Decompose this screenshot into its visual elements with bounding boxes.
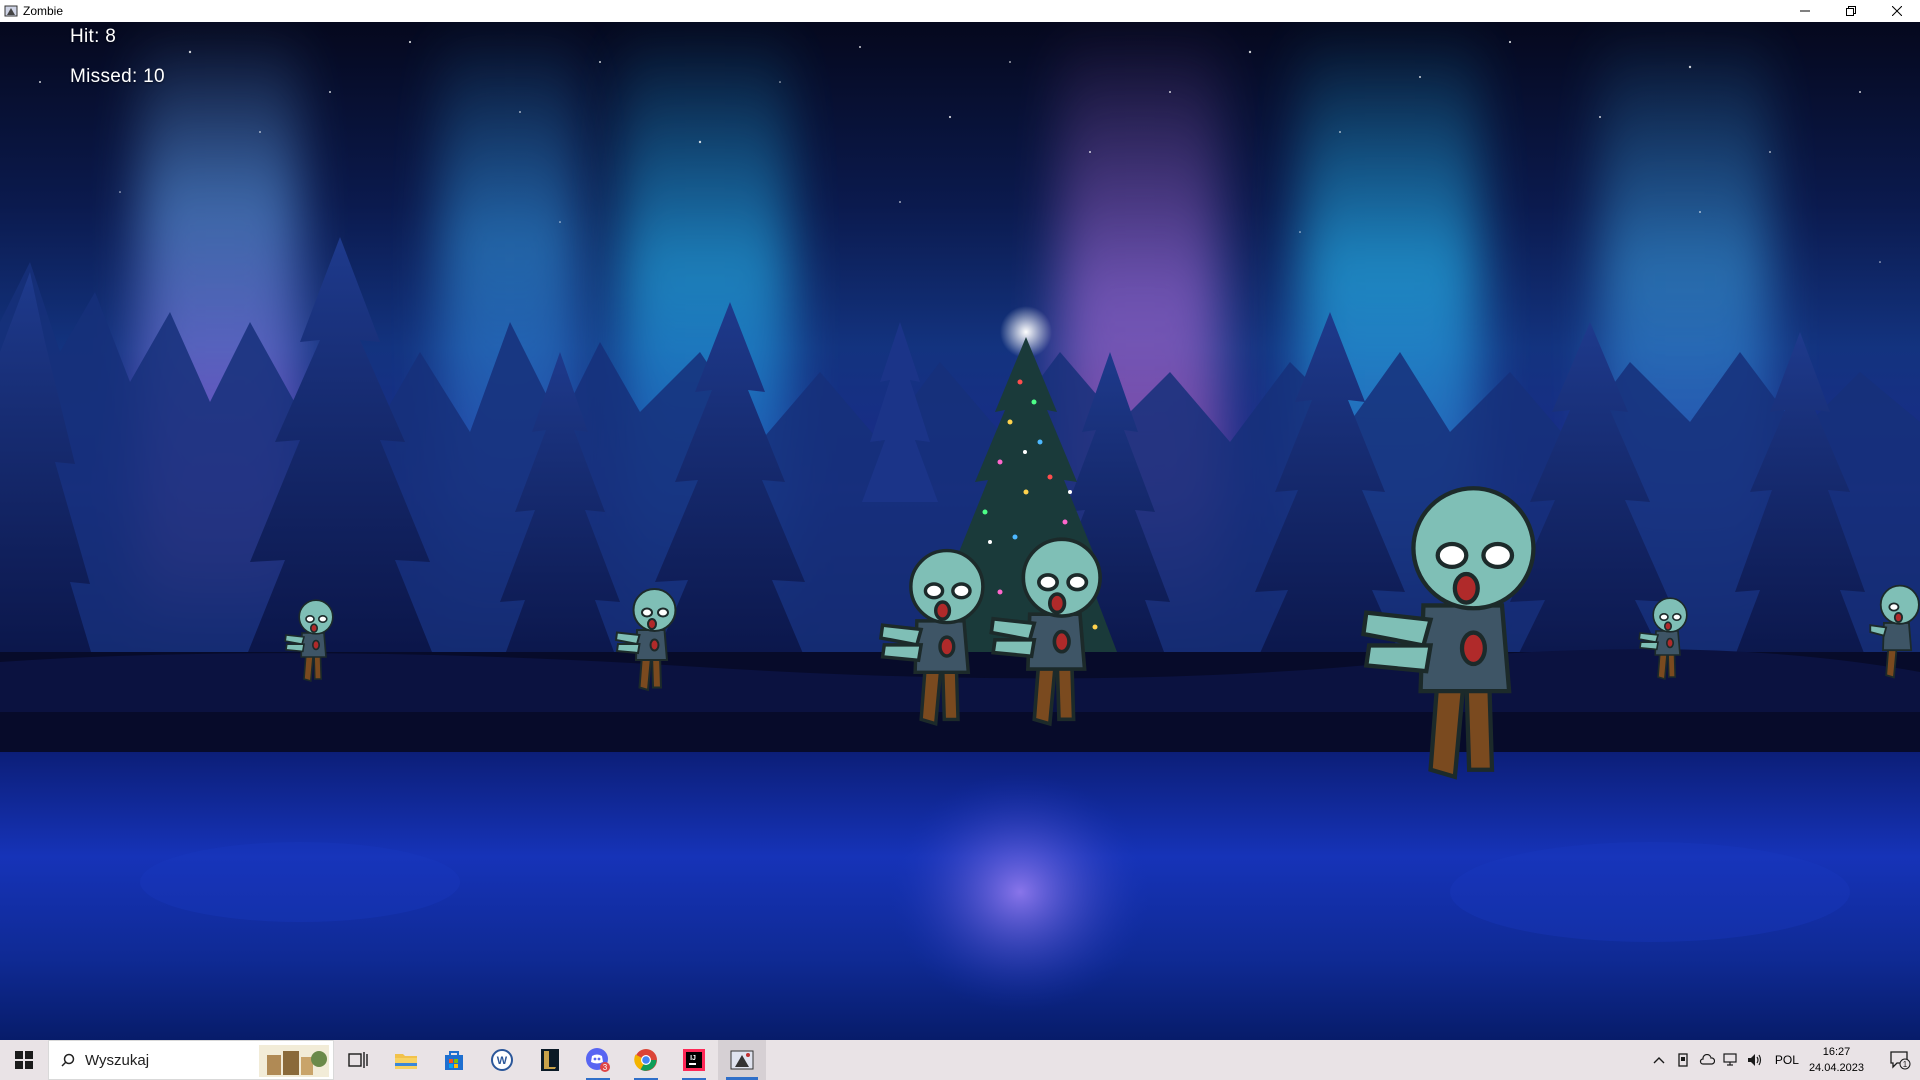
system-tray: POL 16:27 24.04.2023 1 (1647, 1040, 1920, 1080)
missed-counter: Missed: 10 (70, 66, 165, 87)
minimize-button[interactable] (1782, 0, 1828, 22)
zombie-2[interactable] (612, 584, 682, 696)
clock-time: 16:27 (1822, 1046, 1851, 1058)
chrome-icon (634, 1049, 657, 1071)
zombie-6[interactable] (1636, 594, 1692, 684)
device-icon (1678, 1053, 1688, 1067)
screen: Zombie Hit: 8 Missed: 10 Wyszukaj W 3 IJ… (0, 0, 1920, 1080)
discord-badge: 3 (603, 1063, 608, 1072)
restore-button[interactable] (1828, 0, 1874, 22)
svg-text:W: W (497, 1055, 508, 1067)
search-icon (61, 1053, 75, 1067)
task-view-icon (348, 1052, 368, 1068)
zombie-5[interactable] (1352, 474, 1552, 794)
game-area[interactable]: Hit: 8 Missed: 10 (0, 22, 1920, 1040)
volume-tray-icon[interactable] (1743, 1040, 1767, 1080)
notification-icon: 1 (1890, 1051, 1911, 1070)
window-title: Zombie (23, 4, 64, 18)
search-placeholder: Wyszukaj (85, 1051, 150, 1069)
notification-center-button[interactable]: 1 (1880, 1040, 1920, 1080)
jetbrains-ide-button[interactable]: IJ (670, 1040, 718, 1080)
jetbrains-icon: IJ (683, 1049, 705, 1071)
restore-icon (1846, 6, 1856, 16)
league-of-legends-icon (541, 1049, 559, 1071)
chevron-up-icon (1653, 1057, 1665, 1064)
word-icon: W (491, 1049, 513, 1071)
lake-reflection (890, 772, 1150, 1012)
network-tray-icon[interactable] (1719, 1040, 1743, 1080)
zombie-app-icon (3, 3, 19, 19)
device-tray-icon[interactable] (1671, 1040, 1695, 1080)
input-language-indicator[interactable]: POL (1775, 1053, 1799, 1067)
zombie-4[interactable] (984, 530, 1112, 735)
show-hidden-icons-button[interactable] (1647, 1040, 1671, 1080)
zombie-7[interactable] (1866, 582, 1920, 682)
network-icon (1723, 1053, 1737, 1066)
notification-count: 1 (1903, 1060, 1908, 1069)
zombie-1[interactable] (282, 596, 338, 686)
clock-date: 24.04.2023 (1808, 1062, 1864, 1074)
speaker-icon (1747, 1054, 1762, 1066)
start-button[interactable] (0, 1040, 48, 1080)
word-button[interactable]: W (478, 1040, 526, 1080)
folder-icon (395, 1054, 417, 1069)
search-highlight-image (259, 1045, 329, 1077)
cloud-sync-icon (1699, 1054, 1715, 1065)
hit-counter: Hit: 8 (70, 26, 117, 47)
microsoft-store-button[interactable] (430, 1040, 478, 1080)
discord-icon: 3 (586, 1048, 610, 1072)
taskbar-search-box[interactable]: Wyszukaj (48, 1040, 334, 1080)
window-controls (1782, 0, 1920, 22)
file-explorer-button[interactable] (382, 1040, 430, 1080)
windows-icon (15, 1051, 33, 1069)
close-button[interactable] (1874, 0, 1920, 22)
zombie-game-icon (730, 1050, 754, 1070)
zombie-3[interactable] (874, 542, 994, 734)
title-bar: Zombie (0, 0, 1920, 22)
chrome-button[interactable] (622, 1040, 670, 1080)
zombie-game-taskbar-button[interactable] (718, 1040, 766, 1080)
onedrive-tray-icon[interactable] (1695, 1040, 1719, 1080)
league-of-legends-button[interactable] (526, 1040, 574, 1080)
store-icon (445, 1051, 463, 1070)
task-view-button[interactable] (334, 1040, 382, 1080)
taskbar-clock[interactable]: 16:27 24.04.2023 (1809, 1044, 1864, 1076)
taskbar: Wyszukaj W 3 IJ POL 16:27 24.04.2023 1 (0, 1040, 1920, 1080)
discord-button[interactable]: 3 (574, 1040, 622, 1080)
minimize-icon (1800, 10, 1810, 12)
close-icon (1892, 6, 1902, 16)
forest-scenery (0, 237, 1920, 1012)
svg-text:IJ: IJ (690, 1055, 696, 1062)
